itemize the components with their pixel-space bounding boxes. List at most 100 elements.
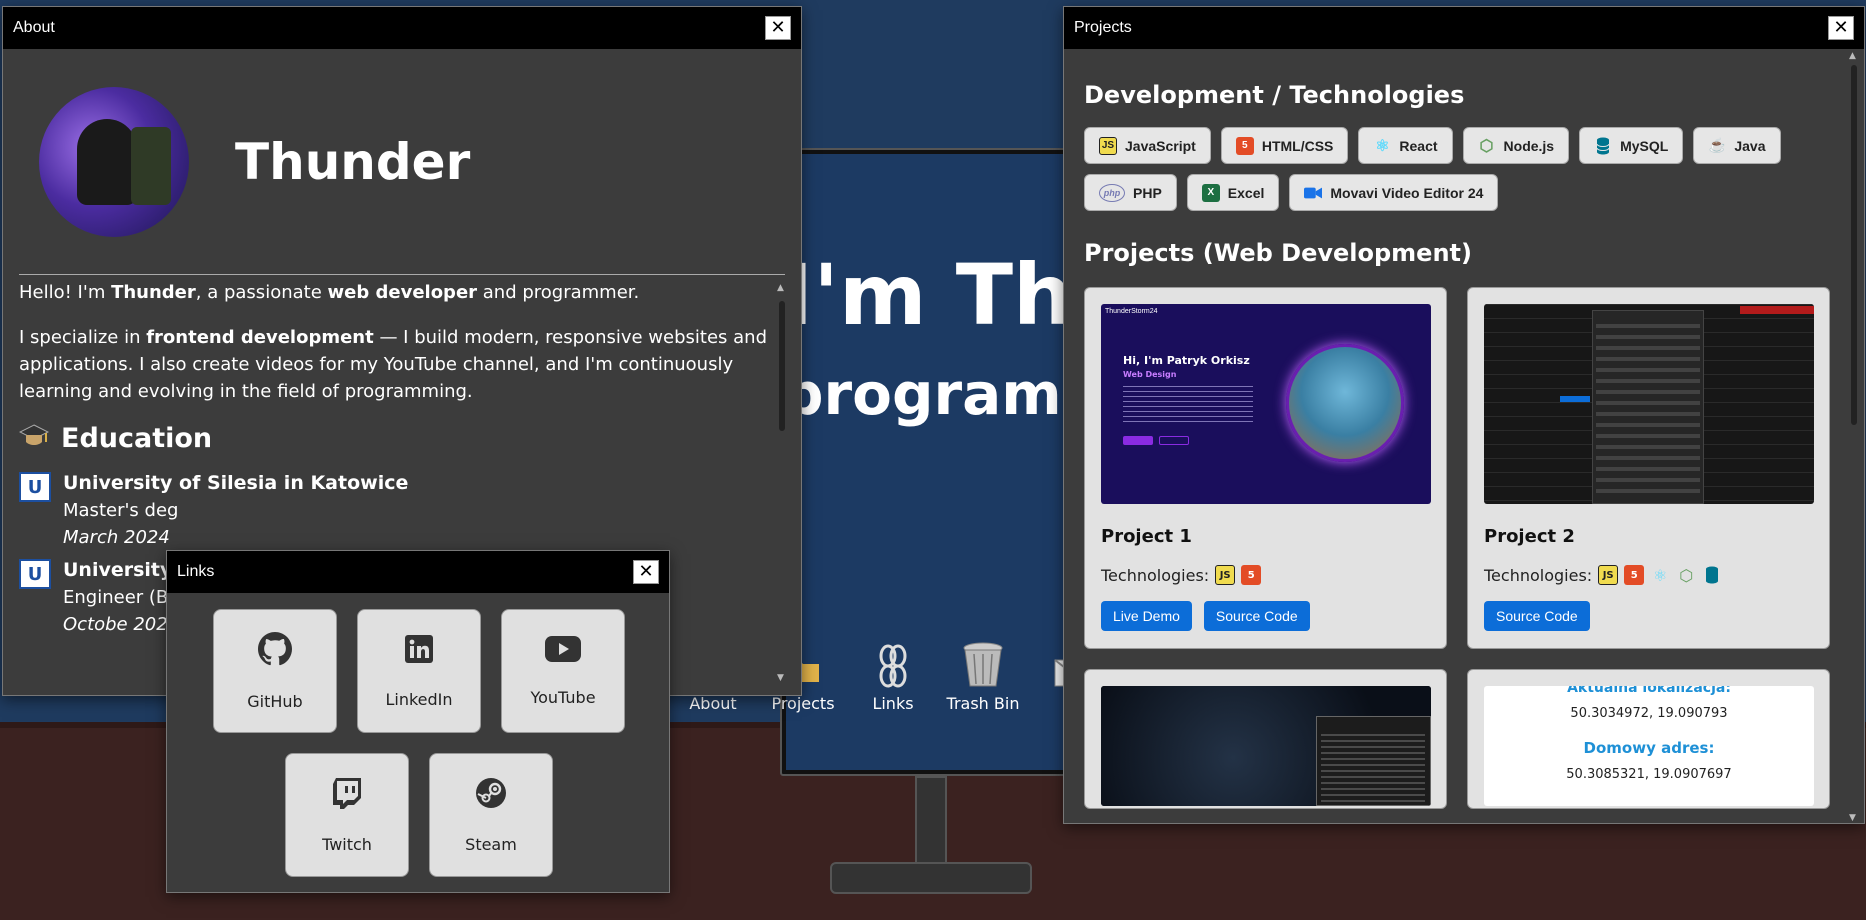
project-thumbnail	[1101, 686, 1431, 806]
tech-badge-javascript: JS JavaScript	[1084, 127, 1211, 164]
background-headline: I'm Thunder	[786, 246, 1094, 344]
link-label: Twitch	[322, 834, 372, 854]
desktop-icon-label: Projects	[771, 694, 835, 713]
youtube-link-button[interactable]: YouTube	[501, 609, 625, 733]
nodejs-icon: ⬡	[1679, 565, 1694, 585]
project-card	[1084, 669, 1447, 809]
education-date: March 2024	[63, 527, 170, 548]
close-icon: ✕	[1833, 17, 1849, 38]
project-title: Project 2	[1484, 526, 1575, 547]
scroll-down-icon[interactable]: ▼	[777, 673, 784, 683]
projects-titlebar[interactable]: Projects ✕	[1064, 7, 1864, 49]
project-card: Project 2 Technologies: JS 5 ⚛ ⬡ Source …	[1467, 287, 1830, 649]
monitor-stand-base	[830, 862, 1032, 894]
graduation-cap-icon	[19, 423, 50, 454]
desktop-icon-trash[interactable]: Trash Bin	[938, 640, 1028, 713]
tech-badge-movavi: Movavi Video Editor 24	[1289, 174, 1499, 211]
tech-badge-htmlcss: 5 HTML/CSS	[1220, 127, 1349, 164]
avatar	[39, 86, 189, 237]
university-logo-icon: U	[19, 559, 51, 589]
project-cards: ThunderStorm24 Hi, I'm Patryk Orkisz Web…	[1084, 287, 1844, 809]
desktop-icon-links[interactable]: Links	[848, 640, 938, 713]
js-icon: JS	[1215, 565, 1236, 585]
source-code-button[interactable]: Source Code	[1203, 601, 1310, 631]
react-icon: ⚛	[1653, 565, 1668, 585]
desktop-icon-label: Links	[872, 694, 914, 713]
link-label: GitHub	[247, 691, 303, 711]
projects-window: Projects ✕ Development / Technologies JS…	[1063, 6, 1865, 824]
university-name: University of Silesia in Katowice	[63, 472, 409, 494]
tech-badge-excel: X Excel	[1186, 174, 1280, 211]
desktop-icon-label: About	[689, 694, 737, 713]
desktop-icon-label: Trash Bin	[946, 694, 1020, 713]
twitch-icon	[332, 777, 362, 813]
projects-content: Development / Technologies JS JavaScript …	[1064, 49, 1844, 823]
links-grid: GitHub LinkedIn YouTube Twitch Steam	[167, 593, 669, 877]
about-scrollbar[interactable]: ▲ ▼	[775, 283, 789, 683]
trash-icon	[962, 640, 1004, 688]
degree: Master's deg	[63, 500, 179, 521]
monitor-stand-neck	[915, 776, 947, 864]
chain-link-icon	[876, 640, 910, 688]
linkedin-icon	[404, 634, 434, 668]
links-titlebar[interactable]: Links ✕	[167, 551, 669, 593]
university-logo-icon: U	[19, 472, 51, 502]
js-icon: JS	[1598, 565, 1619, 585]
technology-badges: JS JavaScript 5 HTML/CSS ⚛ React ⬡ Node.js M…	[1084, 127, 1784, 211]
html5-icon: 5	[1241, 565, 1262, 585]
scroll-thumb[interactable]	[779, 301, 785, 431]
education-item: U University of Silesia in Katowice Mast…	[19, 470, 779, 551]
tech-badge-nodejs: ⬡ Node.js	[1462, 127, 1570, 164]
close-icon: ✕	[770, 17, 786, 38]
project-technologies: Technologies: JS 5	[1101, 565, 1430, 585]
php-icon: php	[1099, 183, 1125, 202]
scroll-thumb[interactable]	[1851, 65, 1857, 425]
about-titlebar[interactable]: About ✕	[3, 7, 801, 49]
video-camera-icon	[1304, 184, 1323, 202]
excel-icon: X	[1201, 183, 1220, 202]
profile-name: Thunder	[235, 132, 471, 191]
source-code-button[interactable]: Source Code	[1484, 601, 1590, 631]
project-thumbnail	[1484, 304, 1814, 504]
live-demo-button[interactable]: Live Demo	[1101, 601, 1192, 631]
tech-badge-php: php PHP	[1084, 174, 1177, 211]
project-thumbnail: Aktualna lokalizacja: 50.3034972, 19.090…	[1484, 686, 1814, 806]
steam-icon	[475, 777, 507, 813]
link-label: YouTube	[530, 687, 596, 707]
close-icon: ✕	[638, 561, 654, 582]
twitch-link-button[interactable]: Twitch	[285, 753, 409, 877]
project-card: ThunderStorm24 Hi, I'm Patryk Orkisz Web…	[1084, 287, 1447, 649]
database-icon	[1594, 137, 1612, 155]
project-technologies: Technologies: JS 5 ⚛ ⬡	[1484, 565, 1813, 585]
youtube-icon	[545, 635, 581, 666]
close-button[interactable]: ✕	[765, 16, 791, 40]
tech-badge-java: ☕ Java	[1693, 127, 1781, 164]
profile-header: Thunder	[19, 49, 785, 275]
scroll-down-icon[interactable]: ▼	[1849, 813, 1856, 823]
html5-icon: 5	[1235, 136, 1254, 155]
tech-badge-mysql: MySQL	[1579, 127, 1684, 164]
scroll-up-icon[interactable]: ▲	[777, 283, 784, 293]
location-label: Aktualna lokalizacja:	[1567, 686, 1731, 696]
scroll-up-icon[interactable]: ▲	[1849, 51, 1856, 61]
github-icon	[258, 631, 292, 670]
linkedin-link-button[interactable]: LinkedIn	[357, 609, 481, 733]
project-thumbnail: ThunderStorm24 Hi, I'm Patryk Orkisz Web…	[1101, 304, 1431, 504]
link-label: Steam	[465, 834, 517, 854]
window-title: Projects	[1074, 19, 1132, 36]
nodejs-icon: ⬡	[1479, 137, 1494, 155]
location-coordinates: 50.3034972, 19.090793	[1570, 706, 1728, 721]
home-address-coordinates: 50.3085321, 19.0907697	[1566, 767, 1732, 782]
steam-link-button[interactable]: Steam	[429, 753, 553, 877]
close-button[interactable]: ✕	[633, 560, 659, 584]
project-title: Project 1	[1101, 526, 1192, 547]
links-window: Links ✕ GitHub LinkedIn YouTube Twitch S…	[166, 550, 670, 893]
background-subline: programmer	[786, 360, 1094, 428]
projects-scrollbar[interactable]: ▲ ▼	[1848, 51, 1860, 823]
link-label: LinkedIn	[385, 689, 453, 709]
close-button[interactable]: ✕	[1828, 16, 1854, 40]
intro-paragraph-2: I specialize in frontend development — I…	[19, 327, 768, 402]
window-title: About	[13, 19, 55, 36]
database-icon	[1702, 565, 1722, 585]
github-link-button[interactable]: GitHub	[213, 609, 337, 733]
